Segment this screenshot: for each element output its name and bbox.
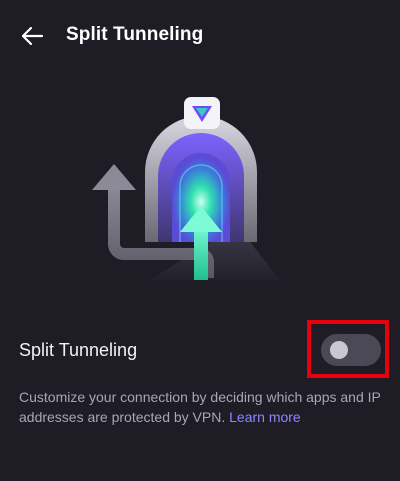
page-title: Split Tunneling bbox=[66, 24, 204, 45]
split-tunneling-label: Split Tunneling bbox=[19, 340, 138, 360]
split-tunneling-row: Split Tunneling bbox=[0, 316, 400, 386]
split-tunneling-description: Customize your connection by deciding wh… bbox=[19, 387, 381, 427]
learn-more-link[interactable]: Learn more bbox=[229, 409, 301, 425]
split-tunneling-illustration bbox=[80, 92, 300, 292]
description-text: Customize your connection by deciding wh… bbox=[19, 389, 381, 425]
toggle-knob bbox=[330, 341, 348, 359]
back-button[interactable] bbox=[14, 20, 50, 52]
arrow-left-icon bbox=[21, 26, 44, 46]
split-tunneling-toggle[interactable] bbox=[321, 334, 381, 366]
top-bar: Split Tunneling bbox=[0, 0, 400, 72]
